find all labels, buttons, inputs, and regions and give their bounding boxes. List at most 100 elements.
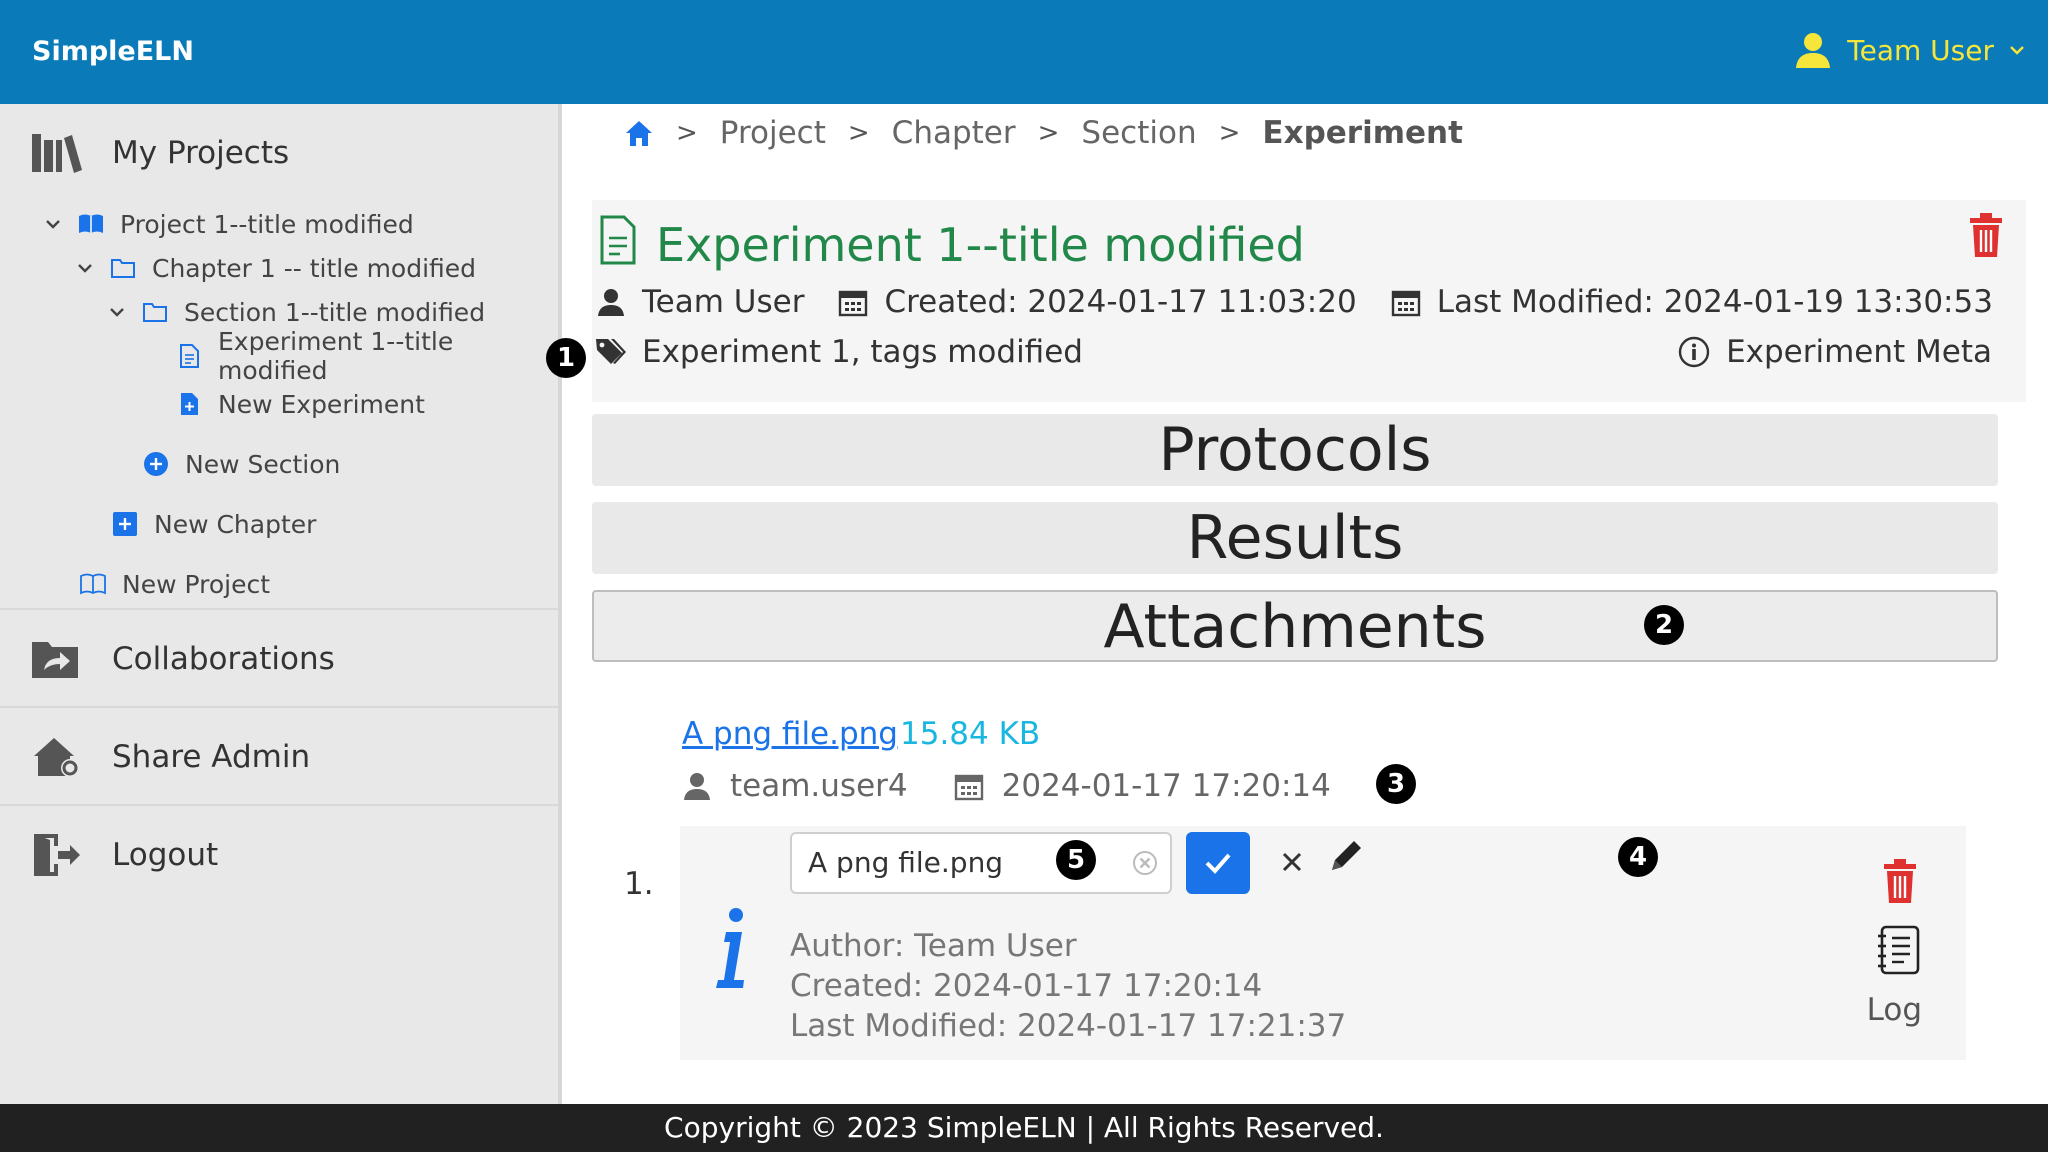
experiment-tags: Experiment 1, tags modified [642, 334, 1083, 370]
trash-icon[interactable] [1880, 858, 1920, 904]
attachment-detail-card: A png file.png Author: Team User Created… [680, 826, 1966, 1060]
attachment-details: Author: Team User Created: 2024-01-17 17… [790, 926, 1346, 1046]
tree-label: New Section [185, 449, 341, 479]
tree-label: Project 1--title modified [120, 209, 414, 239]
chevron-down-icon[interactable] [108, 303, 126, 321]
home-icon[interactable] [624, 118, 654, 148]
rename-input[interactable]: A png file.png [790, 832, 1172, 894]
plus-circle-icon [144, 452, 168, 476]
tree-item-new-section[interactable]: New Section [143, 446, 340, 482]
section-results[interactable]: Results [592, 502, 1998, 574]
sidebar-item-my-projects[interactable]: My Projects [0, 104, 558, 202]
tags-icon [596, 339, 626, 364]
sidebar-label: Logout [112, 837, 219, 873]
experiment-meta-label: Experiment Meta [1726, 334, 1992, 370]
tree-item-section[interactable]: Section 1--title modified [108, 294, 485, 330]
section-protocols[interactable]: Protocols [592, 414, 1998, 486]
annotation-badge-3: 3 [1376, 764, 1416, 804]
breadcrumb-current: Experiment [1262, 115, 1463, 151]
tree-label: Experiment 1--title modified [218, 327, 454, 385]
tree-item-chapter[interactable]: Chapter 1 -- title modified [76, 250, 476, 286]
breadcrumb-separator: > [847, 118, 870, 148]
attachment-modified: Last Modified: 2024-01-17 17:21:37 [790, 1008, 1347, 1044]
sidebar-item-logout[interactable]: Logout [0, 806, 558, 904]
sidebar-label: Collaborations [112, 641, 335, 677]
main-content: > Project > Chapter > Section > Experime… [562, 104, 2048, 1104]
sidebar-item-share-admin[interactable]: Share Admin [0, 708, 558, 806]
sidebar-label: My Projects [112, 135, 290, 171]
attachment-uploader: team.user4 [730, 768, 908, 804]
tree-label: New Project [122, 569, 271, 599]
check-icon [1205, 853, 1231, 874]
breadcrumb-separator: > [1218, 118, 1241, 148]
chevron-down-icon [2010, 46, 2024, 55]
folder-share-icon [32, 642, 78, 678]
breadcrumb-separator: > [676, 118, 698, 148]
tree-item-new-project[interactable]: New Project [80, 566, 270, 602]
breadcrumb-project[interactable]: Project [720, 115, 826, 151]
experiment-meta-button[interactable]: Experiment Meta [1678, 334, 1992, 370]
plus-square-icon [113, 512, 137, 536]
book-open-icon [80, 573, 106, 595]
attachment-meta-row: team.user4 2024-01-17 17:20:14 [682, 768, 1425, 804]
attachment-file-link[interactable]: A png file.png [682, 716, 898, 752]
file-plus-icon [181, 393, 198, 415]
experiment-title: Experiment 1--title modified [656, 218, 1305, 272]
experiment-author: Team User [642, 284, 805, 320]
attachment-file-size: 15.84 KB [900, 716, 1041, 752]
confirm-rename-button[interactable] [1186, 832, 1250, 894]
calendar-icon [954, 774, 983, 801]
experiment-meta-row: Team User Created: 2024-01-17 11:03:20 L… [592, 284, 1993, 320]
user-icon [684, 773, 710, 800]
tree-label: New Chapter [154, 509, 317, 539]
section-attachments[interactable]: Attachments [592, 590, 1998, 662]
annotation-badge-4: 4 [1618, 837, 1658, 877]
book-open-icon [79, 214, 103, 233]
breadcrumb: > Project > Chapter > Section > Experime… [624, 110, 1463, 156]
books-icon [32, 134, 82, 173]
user-icon [1796, 33, 1831, 68]
tree-item-new-chapter[interactable]: New Chapter [112, 506, 316, 542]
attachment-uploaded-date: 2024-01-17 17:20:14 [1001, 768, 1331, 804]
folder-icon [111, 259, 135, 278]
pencil-icon[interactable] [1326, 836, 1366, 876]
chevron-down-icon[interactable] [76, 259, 94, 277]
user-menu[interactable]: Team User [1793, 30, 2026, 70]
tree-label: New Experiment [218, 389, 425, 419]
tree-label: Chapter 1 -- title modified [152, 253, 477, 283]
tree-item-project[interactable]: Project 1--title modified [44, 206, 414, 242]
attachment-index: 1. [624, 866, 654, 902]
file-text-icon [180, 344, 199, 368]
attachment-created: Created: 2024-01-17 17:20:14 [790, 968, 1263, 1004]
annotation-badge-2: 2 [1644, 605, 1684, 645]
brand-logo[interactable]: SimpleELN [32, 36, 194, 67]
clear-icon[interactable] [1132, 850, 1158, 876]
info-icon [716, 908, 744, 988]
logout-icon [34, 834, 80, 876]
sidebar-item-collaborations[interactable]: Collaborations [0, 610, 558, 708]
chevron-down-icon[interactable] [44, 215, 62, 233]
experiment-created: Created: 2024-01-17 11:03:20 [884, 284, 1357, 320]
calendar-icon [839, 290, 868, 317]
trash-icon[interactable] [1966, 212, 2006, 258]
tree-item-experiment[interactable]: Experiment 1--title modified [176, 327, 558, 385]
experiment-tags-row[interactable]: Experiment 1, tags modified [592, 334, 1083, 370]
experiment-header-card: Experiment 1--title modified Team User C… [592, 200, 2026, 402]
breadcrumb-section[interactable]: Section [1081, 115, 1196, 151]
sidebar: My Projects Project 1--title modified Ch… [0, 104, 562, 1104]
experiment-modified: Last Modified: 2024-01-19 13:30:53 [1436, 284, 1993, 320]
footer: Copyright © 2023 SimpleELN | All Rights … [0, 1104, 2048, 1152]
tree-item-new-experiment[interactable]: New Experiment [176, 386, 425, 422]
breadcrumb-chapter[interactable]: Chapter [892, 115, 1016, 151]
folder-icon [143, 303, 167, 322]
user-name: Team User [1847, 33, 1994, 67]
house-gear-icon [34, 738, 79, 777]
user-icon [598, 289, 624, 316]
journal-icon[interactable] [1876, 924, 1922, 976]
breadcrumb-separator: > [1037, 118, 1060, 148]
log-label[interactable]: Log [1867, 992, 1922, 1028]
attachment-author: Author: Team User [790, 928, 1077, 964]
calendar-icon [1391, 290, 1420, 317]
file-text-icon [600, 215, 636, 265]
close-icon[interactable] [1280, 850, 1304, 874]
